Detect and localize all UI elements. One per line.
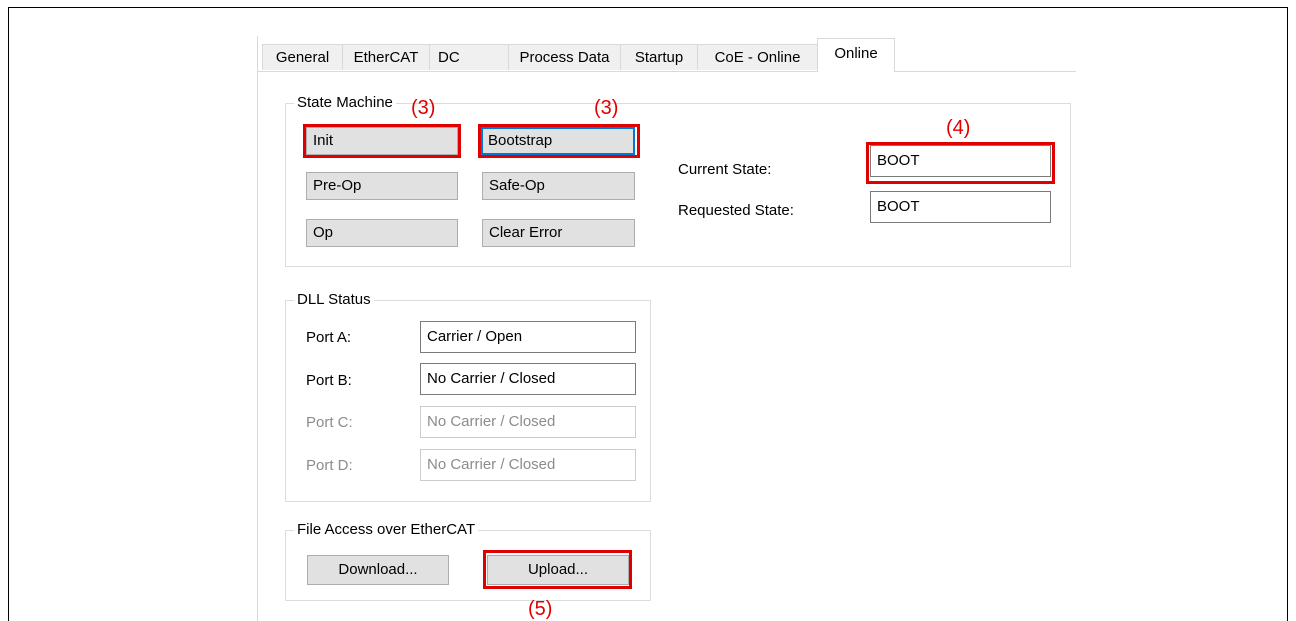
port-b-label: Port B: xyxy=(306,372,352,389)
tab-coe-online[interactable]: CoE - Online xyxy=(697,44,818,70)
tab-ethercat[interactable]: EtherCAT xyxy=(342,44,430,70)
tab-dc[interactable]: DC xyxy=(429,44,509,70)
dialog-left-edge xyxy=(257,36,258,621)
op-button[interactable]: Op xyxy=(306,219,458,247)
bootstrap-annotation: (3) xyxy=(594,97,619,119)
document-frame-left xyxy=(8,7,9,621)
document-frame-top xyxy=(8,7,1288,8)
port-c-field: No Carrier / Closed xyxy=(420,406,636,438)
file-access-title: File Access over EtherCAT xyxy=(294,521,479,539)
safe-op-button[interactable]: Safe-Op xyxy=(482,172,635,200)
current-state-label: Current State: xyxy=(678,161,772,178)
port-b-field: No Carrier / Closed xyxy=(420,363,636,395)
port-a-label: Port A: xyxy=(306,329,352,346)
requested-state-field: BOOT xyxy=(870,191,1051,223)
download-button[interactable]: Download... xyxy=(307,555,449,585)
requested-state-label: Requested State: xyxy=(678,202,794,219)
state-machine-title: State Machine xyxy=(294,94,396,112)
port-c-label: Port C: xyxy=(306,414,353,431)
bootstrap-highlight xyxy=(478,124,640,158)
tab-online[interactable]: Online xyxy=(817,38,895,72)
clear-error-button[interactable]: Clear Error xyxy=(482,219,635,247)
port-d-label: Port D: xyxy=(306,457,353,474)
upload-highlight xyxy=(483,550,632,589)
dll-status-title: DLL Status xyxy=(294,291,374,309)
upload-annotation: (5) xyxy=(528,598,553,620)
current-state-annotation: (4) xyxy=(946,117,971,139)
init-highlight xyxy=(303,124,461,158)
tab-process-data[interactable]: Process Data xyxy=(508,44,621,70)
tab-strip: General EtherCAT DC Process Data Startup… xyxy=(257,38,1076,72)
tab-startup[interactable]: Startup xyxy=(620,44,698,70)
document-frame-right xyxy=(1287,7,1288,621)
tab-general[interactable]: General xyxy=(262,44,343,70)
current-state-highlight xyxy=(866,142,1055,184)
init-annotation: (3) xyxy=(411,97,436,119)
port-a-field: Carrier / Open xyxy=(420,321,636,353)
pre-op-button[interactable]: Pre-Op xyxy=(306,172,458,200)
port-d-field: No Carrier / Closed xyxy=(420,449,636,481)
